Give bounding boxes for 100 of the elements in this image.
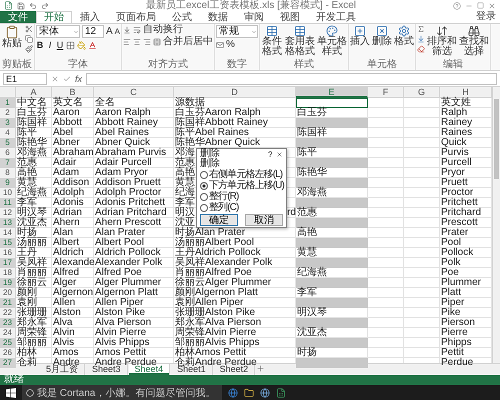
- row-header[interactable]: 13: [0, 218, 16, 228]
- align-center-icon[interactable]: [133, 38, 142, 46]
- row-header[interactable]: 10: [0, 188, 16, 198]
- table-cell[interactable]: 白玉芬: [296, 108, 368, 118]
- font-style-button[interactable]: B: [36, 40, 44, 50]
- cancel-icon[interactable]: [51, 74, 59, 82]
- clear-icon[interactable]: [417, 45, 426, 53]
- sum-icon[interactable]: [417, 25, 426, 33]
- insert-icon[interactable]: [354, 25, 366, 37]
- excel-icon[interactable]: [4, 1, 13, 10]
- name-box[interactable]: E1: [3, 72, 47, 84]
- wrap-text-icon[interactable]: [133, 26, 142, 34]
- selected-cell[interactable]: [296, 238, 368, 248]
- folder-icon[interactable]: [244, 388, 254, 398]
- align-left-icon[interactable]: [123, 38, 132, 46]
- formula-input[interactable]: [86, 72, 497, 84]
- table-cell[interactable]: 陈平: [296, 148, 368, 158]
- radio-option[interactable]: 下方单元格上移(U): [200, 180, 283, 191]
- fill-icon[interactable]: [417, 35, 426, 43]
- row-header[interactable]: 17: [0, 258, 16, 268]
- row-header[interactable]: 26: [0, 348, 16, 358]
- selected-cell[interactable]: [296, 298, 368, 308]
- close-icon[interactable]: [276, 150, 283, 158]
- table-cell[interactable]: 时扬: [296, 348, 368, 358]
- font-size-field[interactable]: 12: [82, 25, 104, 38]
- font-color-icon[interactable]: [88, 40, 97, 50]
- row-header[interactable]: 16: [0, 248, 16, 258]
- row-header[interactable]: 3: [0, 118, 16, 128]
- browser-icon[interactable]: [228, 388, 238, 398]
- shrink-font-button[interactable]: A: [114, 26, 120, 36]
- add-sheet-icon[interactable]: [256, 364, 266, 373]
- row-header[interactable]: 6: [0, 148, 16, 158]
- table-icon[interactable]: [294, 25, 306, 37]
- row-header[interactable]: 15: [0, 238, 16, 248]
- help-button[interactable]: ?: [268, 150, 276, 158]
- row-header[interactable]: 14: [0, 228, 16, 238]
- radio-option[interactable]: 整行(R): [200, 191, 283, 202]
- align-right-icon[interactable]: [143, 38, 152, 46]
- row-header[interactable]: 22: [0, 308, 16, 318]
- table-cell[interactable]: 范惠: [296, 208, 368, 218]
- font-name-field[interactable]: 宋体: [36, 25, 80, 38]
- wrap-text-button[interactable]: 自动换行: [143, 25, 184, 35]
- copy-icon[interactable]: [25, 35, 33, 43]
- format-painter-icon[interactable]: [25, 45, 33, 53]
- table-cell[interactable]: 邓海燕: [296, 188, 368, 198]
- cortana-icon[interactable]: [26, 388, 34, 396]
- selected-cell[interactable]: [296, 138, 368, 148]
- table-cell[interactable]: 纪海燕: [296, 268, 368, 278]
- close-icon[interactable]: [488, 2, 496, 10]
- table-cell[interactable]: 陈艳华: [296, 168, 368, 178]
- selected-cell[interactable]: [296, 178, 368, 188]
- row-header[interactable]: 9: [0, 178, 16, 188]
- selected-cell[interactable]: [296, 358, 368, 368]
- enter-icon[interactable]: [63, 74, 71, 82]
- radio-icon[interactable]: [200, 204, 208, 212]
- font-style-button[interactable]: I: [46, 40, 54, 50]
- row-header[interactable]: 12: [0, 208, 16, 218]
- table-cell[interactable]: 陈国祥: [296, 128, 368, 138]
- ribbon-button[interactable]: 查找和选择: [459, 25, 490, 57]
- palette-icon[interactable]: [326, 25, 338, 37]
- ribbon-button[interactable]: 单元格样式: [317, 25, 348, 57]
- ribbon-button[interactable]: 格式: [394, 25, 414, 47]
- row-header[interactable]: 19: [0, 278, 16, 288]
- cut-icon[interactable]: [25, 25, 33, 33]
- row-header[interactable]: 18: [0, 268, 16, 278]
- selected-cell[interactable]: [296, 278, 368, 288]
- selected-cell[interactable]: [296, 118, 368, 128]
- table-cell[interactable]: 明汉琴: [296, 308, 368, 318]
- save-icon[interactable]: [17, 2, 25, 10]
- sign-in-link[interactable]: 登录: [472, 11, 500, 23]
- column-header[interactable]: H: [440, 87, 492, 98]
- redo-icon[interactable]: [41, 2, 49, 10]
- sheet-tab[interactable]: Sheet4: [128, 364, 170, 375]
- grow-font-button[interactable]: A: [106, 26, 113, 36]
- paste-icon[interactable]: [5, 25, 19, 39]
- menu-tab[interactable]: 开始: [36, 11, 72, 23]
- radio-option[interactable]: 整列(C): [200, 202, 283, 213]
- row-header[interactable]: 21: [0, 298, 16, 308]
- sort-icon[interactable]: [436, 25, 448, 37]
- delete-icon[interactable]: [376, 25, 388, 37]
- fill-color-icon[interactable]: [77, 40, 86, 50]
- row-header[interactable]: 7: [0, 158, 16, 168]
- align-top-icon[interactable]: [123, 26, 132, 34]
- selected-cell[interactable]: [296, 318, 368, 328]
- row-header[interactable]: 5: [0, 138, 16, 148]
- selected-cell[interactable]: [296, 218, 368, 228]
- windows-logo-icon[interactable]: [6, 388, 16, 398]
- menu-tab[interactable]: 文件: [0, 11, 36, 23]
- font-style-button[interactable]: U: [56, 40, 64, 50]
- binoculars-icon[interactable]: [468, 25, 480, 37]
- row-header[interactable]: 24: [0, 328, 16, 338]
- help-icon[interactable]: [453, 2, 461, 10]
- ribbon-button[interactable]: 插入: [350, 25, 370, 47]
- selected-cell[interactable]: [296, 198, 368, 208]
- row-header[interactable]: 8: [0, 168, 16, 178]
- undo-icon[interactable]: [29, 2, 37, 10]
- selected-cell[interactable]: [296, 338, 368, 348]
- column-header[interactable]: E: [296, 87, 368, 98]
- paste-button[interactable]: 粘贴: [1, 25, 23, 49]
- globe-icon[interactable]: [260, 388, 270, 398]
